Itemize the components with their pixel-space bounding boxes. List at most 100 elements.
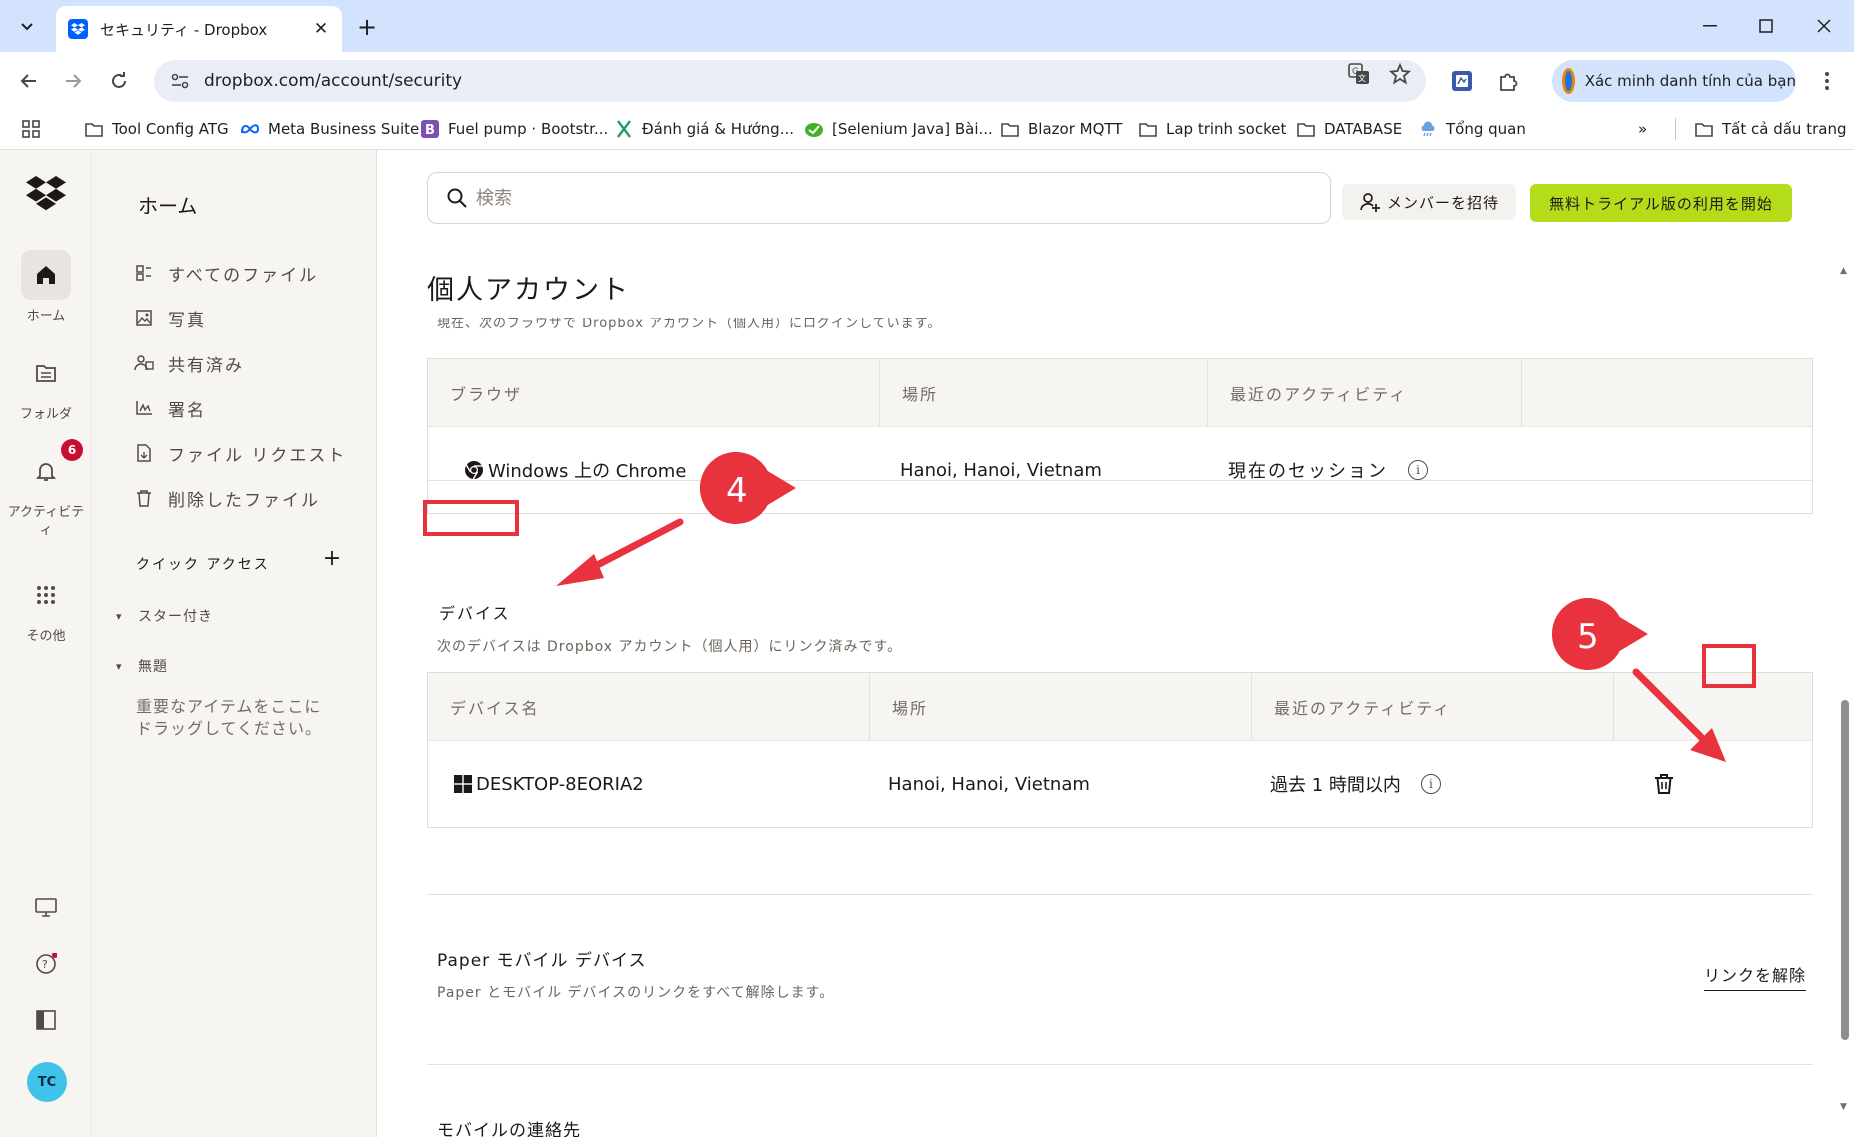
invite-label: メンバーを招待 (1387, 192, 1499, 213)
start-trial-button[interactable]: 無料トライアル版の利用を開始 (1530, 184, 1792, 222)
sidebar-item-signatures[interactable]: 署名 (134, 393, 206, 423)
tab-active[interactable]: セキュリティ - Dropbox ✕ (56, 6, 342, 52)
page-title: 個人アカウント (427, 268, 630, 307)
info-icon[interactable]: i (1408, 460, 1428, 480)
unlink-button[interactable]: リンクを解除 (1704, 962, 1806, 991)
sidebar-item-label: 写真 (168, 306, 206, 331)
devices-table: デバイス名 場所 最近のアクティビティ DESKTOP-8EORIA2 Hano… (427, 672, 1813, 828)
all-bookmarks-button[interactable]: Tất cả dấu trang (1694, 116, 1846, 142)
search-box[interactable] (427, 172, 1331, 224)
activity-cell: 過去 1 時間以内 i (1252, 741, 1614, 827)
chrome-icon (464, 460, 484, 480)
minimize-button[interactable] (1690, 10, 1730, 42)
rail-more-label: その他 (6, 628, 86, 646)
reload-button[interactable] (102, 64, 136, 98)
svg-text:?: ? (42, 958, 48, 971)
rail-home[interactable]: ホーム (0, 250, 92, 326)
translate-icon[interactable]: G文 (1345, 60, 1373, 88)
column-header: 場所 (880, 359, 1208, 427)
paper-devices-title: Paper モバイル デバイス (437, 946, 646, 971)
bookmark-item[interactable]: Lap trinh socket (1138, 116, 1286, 142)
column-header: 最近のアクティビティ (1208, 359, 1522, 427)
sidebar-item-shared[interactable]: 共有済み (134, 348, 244, 378)
sidebar-item-file-requests[interactable]: ファイル リクエスト (134, 438, 346, 468)
device-name-cell: DESKTOP-8EORIA2 (428, 741, 870, 827)
svg-text:文: 文 (1358, 73, 1366, 83)
table-header: ブラウザ 場所 最近のアクティビティ (428, 359, 1812, 427)
more-bookmarks-button[interactable]: » (1638, 116, 1647, 142)
section-divider (427, 480, 1813, 481)
close-icon (1817, 19, 1831, 33)
forward-button[interactable] (56, 64, 90, 98)
search-input[interactable] (476, 188, 1330, 209)
group-starred[interactable]: ▾ スター付き (116, 606, 213, 626)
apps-grid-icon[interactable] (22, 116, 40, 142)
profile-chip[interactable]: Xác minh danh tính của bạn (1552, 60, 1796, 102)
shared-icon (134, 353, 154, 373)
delete-device-button[interactable] (1644, 764, 1684, 804)
tab-close-icon[interactable]: ✕ (310, 18, 332, 40)
activity-text: 過去 1 時間以内 (1270, 771, 1401, 797)
search-icon (446, 187, 468, 209)
desktop-app-icon[interactable] (28, 890, 64, 926)
site-info-icon[interactable] (166, 67, 194, 95)
bookmark-label: Tool Config ATG (112, 120, 229, 138)
scrollbar-thumb[interactable] (1841, 700, 1849, 1040)
sidebar-item-deleted[interactable]: 削除したファイル (134, 483, 320, 513)
new-tab-button[interactable]: + (352, 12, 382, 42)
bookmark-item[interactable]: Blazor MQTT (1000, 116, 1122, 142)
bookmark-star-icon[interactable] (1386, 60, 1414, 88)
sidebar-item-label: すべてのファイル (168, 261, 318, 286)
rail-folders-label: フォルダ (6, 406, 86, 424)
bookmark-item[interactable]: [Selenium Java] Bài... (804, 116, 993, 142)
dropbox-page: ホーム フォルダ アクティビティ 6 その他 (0, 150, 1854, 1137)
group-untitled[interactable]: ▾ 無題 (116, 656, 168, 676)
help-icon[interactable]: ? (28, 946, 64, 982)
scroll-up-icon[interactable]: ▲ (1840, 266, 1847, 276)
bootstrap-icon: B (420, 119, 440, 139)
group-label: スター付き (138, 606, 213, 626)
rail-more[interactable]: その他 (0, 570, 92, 646)
invite-members-button[interactable]: メンバーを招待 (1342, 184, 1516, 220)
bookmark-item[interactable]: DATABASE (1296, 116, 1402, 142)
column-header: 最近のアクティビティ (1252, 673, 1614, 741)
extension-icon[interactable] (1447, 66, 1477, 96)
info-icon[interactable]: i (1421, 774, 1441, 794)
page-scrollbar[interactable]: ▲ ▼ (1838, 280, 1852, 1110)
sidebar-item-all-files[interactable]: すべてのファイル (134, 258, 318, 288)
sidebar-item-photos[interactable]: 写真 (134, 303, 206, 333)
scroll-down-icon[interactable]: ▼ (1840, 1102, 1847, 1112)
panel-toggle-icon[interactable] (28, 1002, 64, 1038)
address-bar[interactable]: dropbox.com/account/security (154, 60, 1426, 102)
location-cell: Hanoi, Hanoi, Vietnam (870, 741, 1252, 827)
activity-badge: 6 (61, 439, 83, 461)
bookmark-item[interactable]: Tool Config ATG (84, 116, 229, 142)
bookmark-item[interactable]: Đánh giá & Hướng... (614, 116, 794, 142)
bookmark-item[interactable]: Meta Business Suite (240, 116, 419, 142)
more-bookmarks-label: » (1638, 120, 1647, 138)
bookmark-item[interactable]: B Fuel pump · Bootstr... (420, 116, 608, 142)
maximize-button[interactable] (1746, 10, 1786, 42)
devices-title: デバイス (439, 600, 511, 624)
folder-icon (21, 348, 71, 398)
rail-activity[interactable]: アクティビティ (0, 446, 92, 540)
bookmark-item[interactable]: Tổng quan (1418, 116, 1526, 142)
back-button[interactable] (12, 64, 46, 98)
extensions-puzzle-icon[interactable] (1493, 66, 1523, 96)
browser-menu-icon[interactable] (1812, 66, 1842, 96)
all-bookmarks-label: Tất cả dấu trang (1722, 120, 1846, 138)
folder-icon (1000, 119, 1020, 139)
rail-folders[interactable]: フォルダ (0, 348, 92, 424)
avatar[interactable]: TC (27, 1062, 67, 1102)
dropbox-logo-icon[interactable] (26, 176, 66, 212)
section-divider (427, 1064, 1813, 1065)
quick-access-add-icon[interactable]: + (320, 546, 344, 570)
trash-icon (1654, 773, 1674, 795)
tab-search-button[interactable] (10, 10, 44, 44)
sidebar-item-label: 削除したファイル (168, 486, 320, 511)
profile-label: Xác minh danh tính của bạn (1585, 72, 1796, 90)
bookmarks-bar: Tool Config ATG Meta Business Suite B Fu… (0, 108, 1854, 150)
bookmark-label: Meta Business Suite (268, 120, 419, 138)
sidebar-title: ホーム (138, 190, 197, 219)
close-window-button[interactable] (1804, 10, 1844, 42)
